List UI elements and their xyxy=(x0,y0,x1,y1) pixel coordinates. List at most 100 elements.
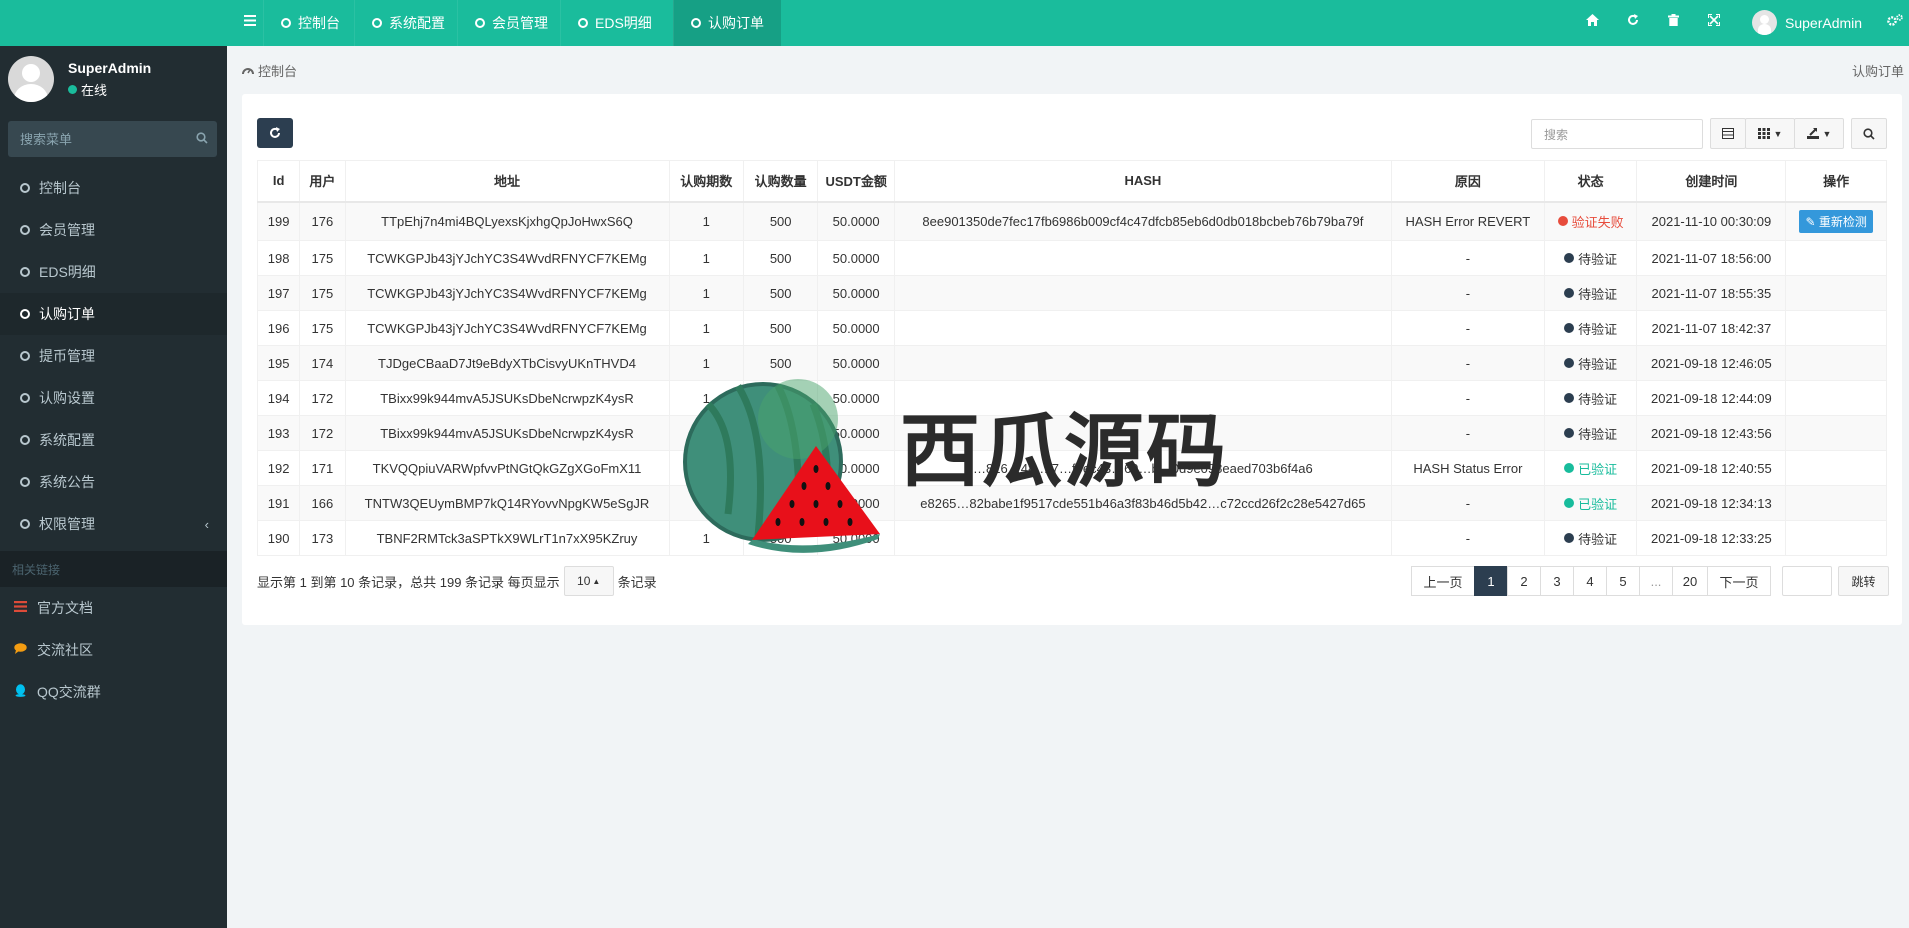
refresh-button[interactable] xyxy=(257,118,293,148)
column-header[interactable]: 创建时间 xyxy=(1636,160,1787,203)
circle-icon xyxy=(475,18,485,28)
cell-hash: 8ee901350de7fec17fb6986b009cf4c47dfcb85e… xyxy=(893,201,1392,241)
sidebar-item-eds[interactable]: EDS明细 xyxy=(0,251,227,293)
advanced-search-button[interactable] xyxy=(1851,118,1887,149)
page-button[interactable]: 1 xyxy=(1474,566,1508,596)
table-row[interactable]: 193 172 TBixx99k944mvA5JSUKsDbeNcrwpzK4ysR… xyxy=(256,415,1887,451)
menu-section-header: 相关链接 xyxy=(0,551,227,587)
table-row[interactable]: 197 175 TCWKGPJb43jYJchYC3S4WvdRFNYCF7KEMg… xyxy=(256,275,1887,311)
tab-dashboard[interactable]: 控制台 xyxy=(263,0,357,46)
page-button[interactable]: 2 xyxy=(1507,566,1541,596)
navbar-user[interactable]: SuperAdmin xyxy=(1752,10,1862,35)
table-row[interactable]: 190 173 TBNF2RMTck3aSPTkX9WLrT1n7xX95KZruy… xyxy=(256,520,1887,556)
cell-hash: …816…48…f7…f9ec43…69…b…0d9e098eaed703b6f… xyxy=(893,450,1392,486)
column-header[interactable]: 地址 xyxy=(344,160,670,203)
column-header[interactable]: Id xyxy=(256,160,301,203)
sidebar-link-docs[interactable]: 官方文档 xyxy=(0,587,227,629)
cell-user: 175 xyxy=(299,275,346,311)
dashboard-icon xyxy=(242,63,254,78)
table-row[interactable]: 192 171 TKVQQpiuVARWpfvvPtNGtQkGZgXGoFmX11… xyxy=(256,450,1887,486)
cell-addr: TJDgeCBaaD7Jt9eBdyXTbCisvyUKnTHVD4 xyxy=(344,345,670,381)
table-row[interactable]: 198 175 TCWKGPJb43jYJchYC3S4WvdRFNYCF7KEMg… xyxy=(256,240,1887,276)
cell-action xyxy=(1785,345,1887,381)
cell-action xyxy=(1785,485,1887,521)
column-header[interactable]: 操作 xyxy=(1785,160,1887,203)
sidebar-item-orders[interactable]: 认购订单 xyxy=(0,293,227,335)
table-row[interactable]: 194 172 TBixx99k944mvA5JSUKsDbeNcrwpzK4ysR… xyxy=(256,380,1887,416)
column-header[interactable]: 用户 xyxy=(299,160,346,203)
table-row[interactable]: 199 176 TTpEhj7n4mi4BQLyexsKjxhgQpJoHwxS6Q… xyxy=(256,201,1887,241)
column-header[interactable]: 状态 xyxy=(1543,160,1638,203)
column-header[interactable]: 认购数量 xyxy=(742,160,819,203)
jump-page-input[interactable] xyxy=(1782,566,1832,596)
toggle-view-button[interactable] xyxy=(1710,118,1746,149)
column-header[interactable]: USDT金额 xyxy=(817,160,895,203)
table-search-input[interactable]: 搜索 xyxy=(1531,119,1703,149)
sidebar-item-announcements[interactable]: 系统公告 xyxy=(0,461,227,503)
cell-qty: 500 xyxy=(742,275,819,311)
status-label: 已验证 xyxy=(1578,461,1618,477)
page-button[interactable]: 4 xyxy=(1573,566,1607,596)
cell-id: 195 xyxy=(256,345,301,381)
column-header[interactable]: 原因 xyxy=(1390,160,1545,203)
tab-members[interactable]: 会员管理 xyxy=(457,0,565,46)
page-ellipsis[interactable]: ... xyxy=(1639,566,1673,596)
cell-id: 190 xyxy=(256,520,301,556)
sidebar-item-withdraw[interactable]: 提币管理 xyxy=(0,335,227,377)
table-row[interactable]: 195 174 TJDgeCBaaD7Jt9eBdyXTbCisvyUKnTHVD4… xyxy=(256,345,1887,381)
jump-button[interactable]: 跳转 xyxy=(1838,566,1889,596)
tab-eds[interactable]: EDS明细 xyxy=(560,0,669,46)
cell-time: 2021-09-18 12:34:13 xyxy=(1636,485,1787,521)
page-button[interactable]: 20 xyxy=(1672,566,1708,596)
page-size-select[interactable]: 10 ▲ xyxy=(563,566,614,596)
sidebar-search-input[interactable] xyxy=(20,131,196,147)
breadcrumb-label[interactable]: 控制台 xyxy=(258,61,297,80)
menu-toggle-icon[interactable] xyxy=(244,13,256,31)
table-row[interactable]: 196 175 TCWKGPJb43jYJchYC3S4WvdRFNYCF7KEMg… xyxy=(256,310,1887,346)
trash-icon[interactable] xyxy=(1668,13,1679,29)
home-icon[interactable] xyxy=(1586,13,1599,29)
cell-reason: - xyxy=(1390,485,1545,521)
column-header[interactable]: 认购期数 xyxy=(668,160,744,203)
recheck-button[interactable]: ✎ 重新检测 xyxy=(1799,209,1873,233)
search-icon[interactable] xyxy=(196,131,208,147)
cell-status: 已验证 xyxy=(1543,450,1638,486)
gears-icon[interactable] xyxy=(1887,13,1903,29)
cell-time: 2021-09-18 12:33:25 xyxy=(1636,520,1787,556)
sidebar-item-members[interactable]: 会员管理 xyxy=(0,209,227,251)
cell-reason: HASH Status Error xyxy=(1390,450,1545,486)
tab-orders[interactable]: 认购订单 xyxy=(673,0,781,46)
sidebar-item-subscribe-settings[interactable]: 认购设置 xyxy=(0,377,227,419)
cell-usdt: 50.0000 xyxy=(817,380,895,416)
sidebar-link-qq[interactable]: QQ交流群 xyxy=(0,671,227,713)
sidebar-item-dashboard[interactable]: 控制台 xyxy=(0,167,227,209)
cell-period: 1 xyxy=(668,345,744,381)
cell-addr: TTpEhj7n4mi4BQLyexsKjxhgQpJoHwxS6Q xyxy=(344,201,670,241)
export-button[interactable]: ▼ xyxy=(1794,118,1844,149)
circle-icon xyxy=(20,519,30,529)
fullscreen-icon[interactable] xyxy=(1707,13,1721,29)
page-button[interactable]: 3 xyxy=(1540,566,1574,596)
table-row[interactable]: 191 166 TNTW3QEUymBMP7kQ14RYovvNpgKW5eSgJR… xyxy=(256,485,1887,521)
tab-label: EDS明细 xyxy=(595,15,652,31)
pagination-info-suffix: 条记录 xyxy=(617,574,657,590)
tab-system-config[interactable]: 系统配置 xyxy=(354,0,462,46)
cell-reason: - xyxy=(1390,520,1545,556)
next-page-button[interactable]: 下一页 xyxy=(1707,566,1771,596)
sidebar-item-system-config[interactable]: 系统配置 xyxy=(0,419,227,461)
cell-action xyxy=(1785,310,1887,346)
cell-usdt: 50.0000 xyxy=(817,485,895,521)
page-button[interactable]: 5 xyxy=(1606,566,1640,596)
cell-addr: TKVQQpiuVARWpfvvPtNGtQkGZgXGoFmX11 xyxy=(344,450,670,486)
prev-page-button[interactable]: 上一页 xyxy=(1411,566,1475,596)
search-icon xyxy=(1863,127,1875,140)
columns-button[interactable]: ▼ xyxy=(1745,118,1795,149)
online-dot-icon xyxy=(68,85,77,94)
chevron-left-icon: ‹ xyxy=(204,516,209,532)
cell-reason: - xyxy=(1390,240,1545,276)
sidebar-item-permissions[interactable]: 权限管理 ‹ xyxy=(0,503,227,545)
column-header[interactable]: HASH xyxy=(893,160,1392,203)
status-dot-icon xyxy=(1564,463,1575,473)
sidebar-link-community[interactable]: 交流社区 xyxy=(0,629,227,671)
refresh-icon[interactable] xyxy=(1627,13,1639,29)
